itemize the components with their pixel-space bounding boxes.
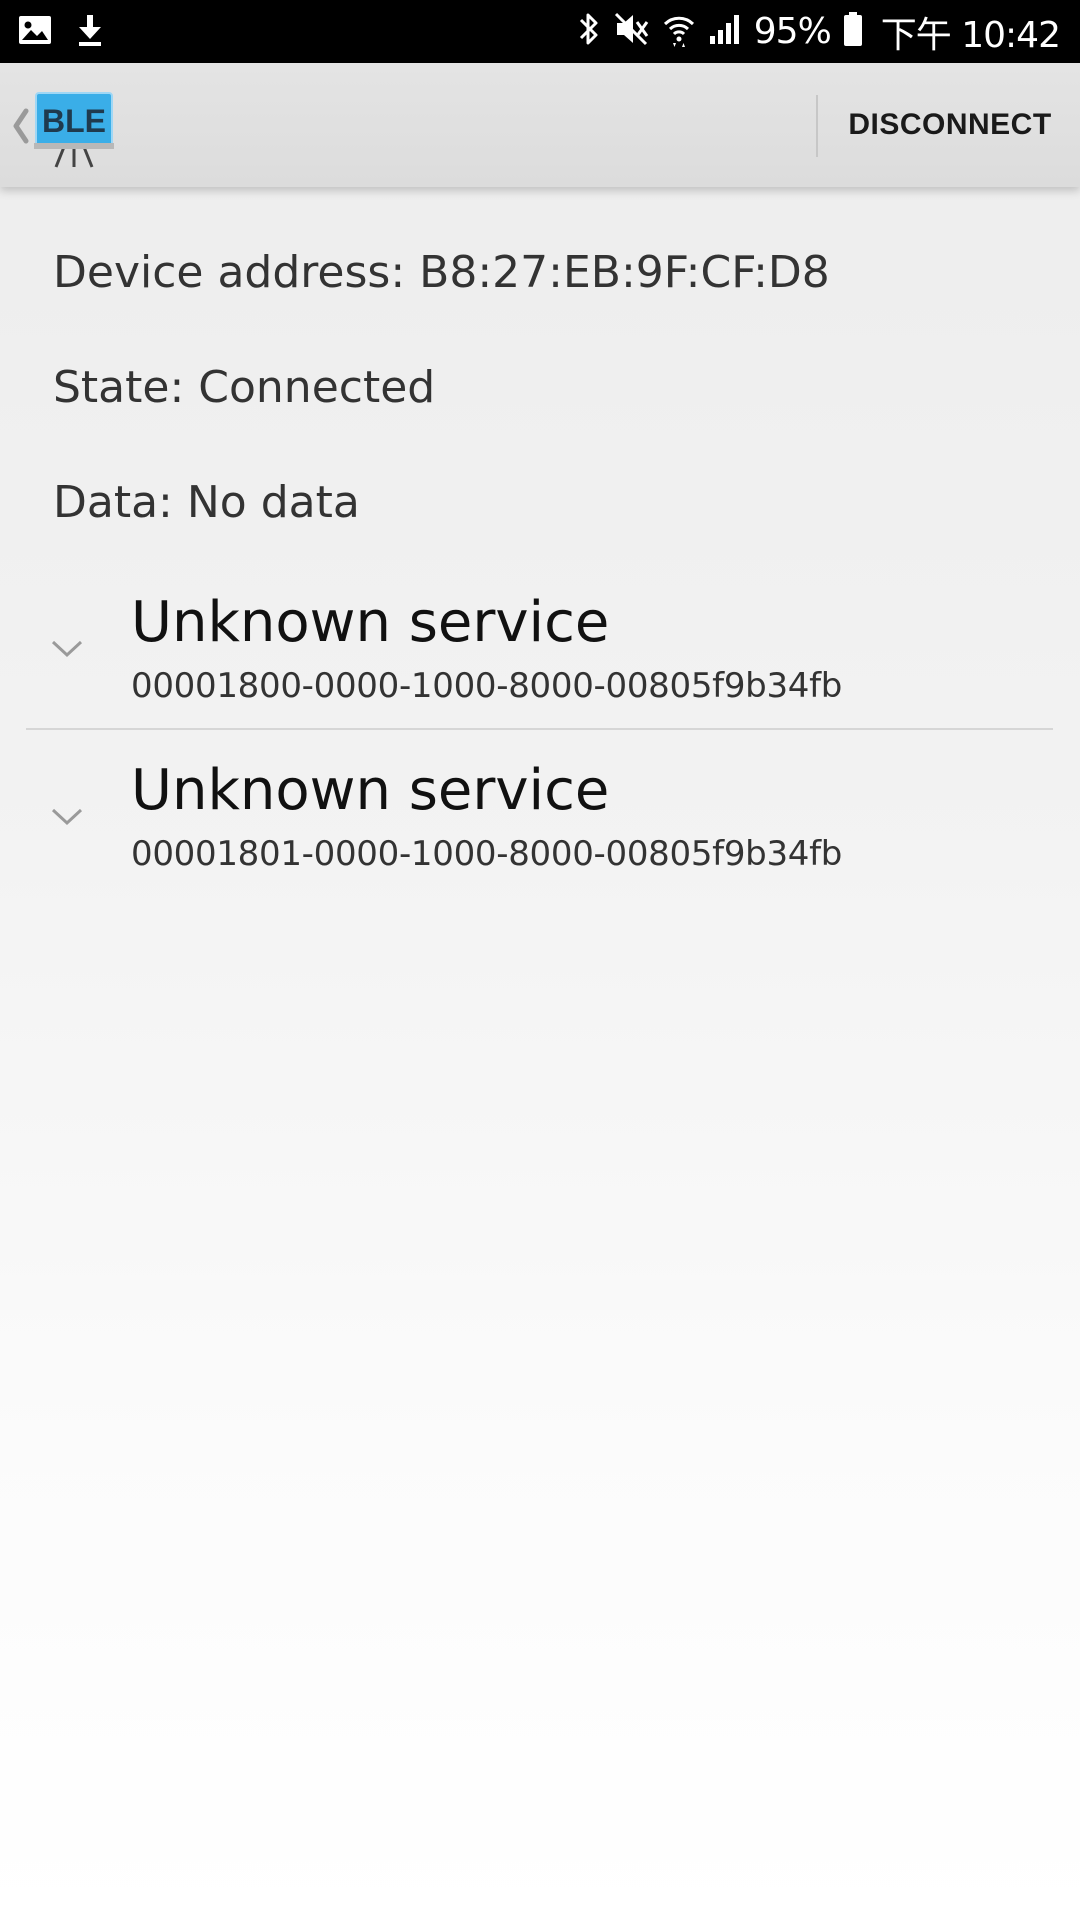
expand-chevron-icon [50, 806, 84, 828]
mute-icon [614, 10, 650, 53]
service-name: Unknown service [131, 590, 610, 655]
action-bar: BLE DISCONNECT [0, 63, 1080, 187]
download-icon [76, 13, 104, 52]
signal-icon [708, 12, 742, 51]
clock: 下午 10:42 [880, 14, 1061, 56]
image-icon [18, 15, 52, 50]
bluetooth-icon [576, 10, 602, 53]
battery-percent: 95% [753, 11, 832, 52]
status-left-icons [18, 12, 104, 52]
service-uuid: 00001801-0000-1000-8000-00805f9b34fb [131, 834, 843, 874]
wifi-icon [662, 10, 696, 53]
service-list-item[interactable]: Unknown service 00001801-0000-1000-8000-… [0, 752, 1080, 912]
expand-chevron-icon [50, 638, 84, 660]
service-list-item[interactable]: Unknown service 00001800-0000-1000-8000-… [0, 584, 1080, 744]
status-bar: 95% 下午 10:42 [0, 0, 1080, 63]
app-logo[interactable]: BLE [34, 91, 114, 171]
battery-icon [843, 11, 863, 52]
data-value: Data: No data [53, 477, 360, 528]
list-divider [26, 728, 1053, 730]
status-right-icons: 95% 下午 10:42 [576, 0, 1061, 63]
connection-state: State: Connected [53, 362, 436, 413]
service-uuid: 00001800-0000-1000-8000-00805f9b34fb [131, 666, 843, 706]
service-name: Unknown service [131, 758, 610, 823]
back-chevron-icon[interactable] [10, 103, 32, 149]
disconnect-button[interactable]: DISCONNECT [820, 63, 1080, 187]
device-address: Device address: B8:27:EB:9F:CF:D8 [53, 247, 830, 298]
app-logo-text: BLE [42, 103, 106, 139]
action-divider [816, 95, 818, 157]
